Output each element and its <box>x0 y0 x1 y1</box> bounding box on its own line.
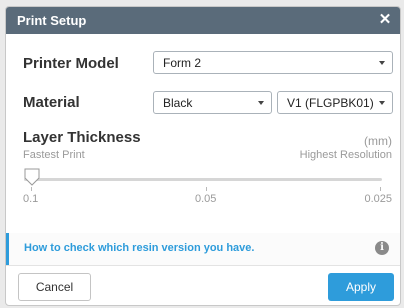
printer-model-label: Printer Model <box>23 55 119 72</box>
cancel-button[interactable]: Cancel <box>18 273 91 301</box>
footer-divider <box>6 265 400 266</box>
info-band: How to check which resin version you hav… <box>6 233 400 265</box>
tick-label-0-1: 0.1 <box>23 193 39 205</box>
material-version-value: V1 (FLGPBK01) <box>287 96 374 110</box>
printer-model-select[interactable]: Form 2 <box>153 51 393 74</box>
slider-tick <box>31 187 32 191</box>
material-select[interactable]: Black <box>153 91 272 114</box>
dialog-title: Print Setup <box>17 13 87 28</box>
fastest-print-hint: Fastest Print <box>23 149 85 161</box>
slider-tick <box>380 187 381 191</box>
dialog-titlebar: Print Setup ✕ <box>6 7 400 34</box>
layer-thickness-slider-track[interactable] <box>24 178 382 181</box>
material-value: Black <box>163 96 193 110</box>
slider-tick <box>206 187 207 191</box>
layer-thickness-label: Layer Thickness <box>23 129 141 146</box>
layer-thickness-unit: (mm) <box>364 134 392 148</box>
tick-label-0-05: 0.05 <box>195 193 217 205</box>
chevron-down-icon <box>379 61 385 65</box>
material-version-select[interactable]: V1 (FLGPBK01) <box>277 91 393 114</box>
apply-button[interactable]: Apply <box>328 273 394 301</box>
print-setup-dialog: Print Setup ✕ Printer Model Form 2 Mater… <box>5 6 401 306</box>
tick-label-0-025: 0.025 <box>364 193 392 205</box>
highest-resolution-hint: Highest Resolution <box>299 149 392 161</box>
material-label: Material <box>23 94 80 111</box>
chevron-down-icon <box>258 101 264 105</box>
printer-model-value: Form 2 <box>163 56 202 70</box>
info-icon[interactable]: i <box>375 241 389 255</box>
layer-thickness-slider-thumb[interactable] <box>24 168 40 186</box>
close-icon[interactable]: ✕ <box>376 10 394 30</box>
resin-version-help-link[interactable]: How to check which resin version you hav… <box>24 242 254 254</box>
chevron-down-icon <box>379 101 385 105</box>
